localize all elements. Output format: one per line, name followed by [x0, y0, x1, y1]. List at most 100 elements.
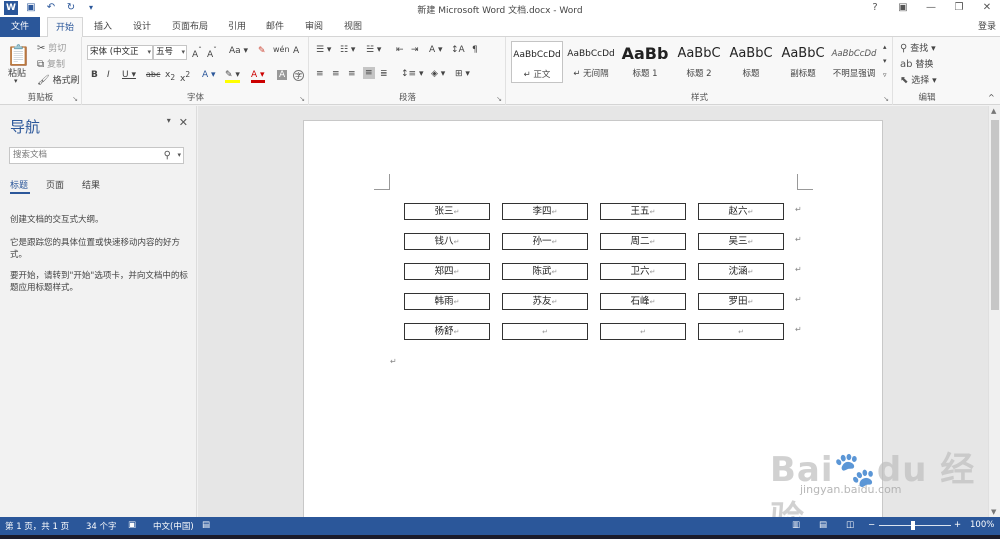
name-box[interactable]: 卫六↵ — [600, 263, 686, 280]
language-status[interactable]: 中文(中国) — [153, 520, 194, 532]
multilevel-list-icon[interactable]: ☱ ▾ — [366, 45, 381, 55]
clipboard-launcher-icon[interactable]: ↘ — [72, 95, 78, 103]
copy-button[interactable]: ⧉ 复制 — [37, 57, 65, 70]
scroll-up-icon[interactable]: ▲ — [991, 107, 996, 115]
grow-font-icon[interactable]: Aˆ — [192, 46, 202, 60]
name-box[interactable]: 赵六↵ — [698, 203, 784, 220]
word-count[interactable]: 34 个字 — [86, 520, 117, 532]
replace-button[interactable]: ab 替换 — [900, 57, 933, 70]
name-box[interactable]: 孙一↵ — [502, 233, 588, 250]
align-left-icon[interactable]: ≡ — [316, 69, 324, 79]
style-heading-2[interactable]: AaBbC 标题 2 — [673, 41, 725, 83]
name-box[interactable]: 钱八↵ — [404, 233, 490, 250]
tab-insert[interactable]: 插入 — [86, 17, 120, 37]
close-icon[interactable]: ✕ — [980, 1, 994, 15]
find-button[interactable]: ⚲ 查找 ▾ — [900, 41, 936, 54]
font-name-combo[interactable]: 宋体 (中文正 ▾ — [87, 45, 153, 60]
justify-icon[interactable]: ≡ — [363, 67, 375, 79]
subscript-button[interactable]: x2 — [165, 70, 175, 82]
distributed-icon[interactable]: ≣ — [380, 69, 388, 79]
scroll-thumb[interactable] — [991, 120, 999, 310]
align-center-icon[interactable]: ≡ — [332, 69, 340, 79]
underline-button[interactable]: U ▾ — [122, 70, 136, 80]
zoom-out-icon[interactable]: − — [868, 520, 875, 530]
nav-tab-headings[interactable]: 标题 — [10, 178, 28, 191]
name-box[interactable]: 罗田↵ — [698, 293, 784, 310]
name-box[interactable]: 杨舒↵ — [404, 323, 490, 340]
nav-tab-pages[interactable]: 页面 — [46, 178, 64, 191]
web-layout-icon[interactable]: ◫ — [846, 520, 854, 530]
tab-view[interactable]: 视图 — [336, 17, 370, 37]
show-marks-icon[interactable]: ¶ — [472, 45, 478, 55]
highlight-icon[interactable]: ✎ ▾ — [225, 70, 240, 83]
style-title[interactable]: AaBbC 标题 — [725, 41, 777, 83]
style-heading-1[interactable]: AaBb 标题 1 — [619, 41, 671, 83]
format-painter-button[interactable]: 🖌 格式刷 — [37, 73, 80, 86]
name-box[interactable]: 周二↵ — [600, 233, 686, 250]
name-box[interactable]: 陈武↵ — [502, 263, 588, 280]
font-launcher-icon[interactable]: ↘ — [299, 95, 305, 103]
name-box[interactable]: 石峰↵ — [600, 293, 686, 310]
macro-icon[interactable]: ▤ — [202, 520, 210, 530]
name-box[interactable]: 张三↵ — [404, 203, 490, 220]
shrink-font-icon[interactable]: Aˇ — [207, 46, 217, 60]
tab-mailings[interactable]: 邮件 — [258, 17, 292, 37]
paragraph-launcher-icon[interactable]: ↘ — [496, 95, 502, 103]
zoom-slider-track[interactable] — [879, 525, 951, 526]
nav-search-input[interactable]: 搜索文档 ⚲ ▾ — [9, 147, 184, 164]
styles-more-icon[interactable]: ▿ — [883, 71, 887, 79]
tab-home[interactable]: 开始 — [47, 17, 83, 38]
chinese-layout-icon[interactable]: A ▾ — [429, 45, 443, 55]
decrease-indent-icon[interactable]: ⇤ — [396, 45, 404, 55]
shading-icon[interactable]: ◈ ▾ — [431, 69, 445, 79]
style-no-spacing[interactable]: AaBbCcDd ↵ 无间隔 — [565, 41, 617, 83]
tab-references[interactable]: 引用 — [220, 17, 254, 37]
read-mode-icon[interactable]: ▥ — [792, 520, 800, 530]
phonetic-guide-icon[interactable]: wén — [273, 45, 290, 54]
nav-tab-results[interactable]: 结果 — [82, 178, 100, 191]
tab-design[interactable]: 设计 — [125, 17, 159, 37]
sort-icon[interactable]: ↕A — [451, 45, 465, 55]
align-right-icon[interactable]: ≡ — [348, 69, 356, 79]
styles-launcher-icon[interactable]: ↘ — [883, 95, 889, 103]
style-subtle-emphasis[interactable]: AaBbCcDd 不明显强调 — [829, 41, 879, 83]
superscript-button[interactable]: x2 — [180, 70, 190, 84]
name-box[interactable]: ↵ — [698, 323, 784, 340]
zoom-level[interactable]: 100% — [970, 520, 994, 530]
name-box[interactable]: 吴三↵ — [698, 233, 784, 250]
char-shading-icon[interactable]: A — [277, 70, 288, 80]
chevron-down-icon[interactable]: ▾ — [177, 148, 181, 163]
nav-options-icon[interactable]: ▾ — [167, 116, 171, 129]
tab-review[interactable]: 审阅 — [297, 17, 331, 37]
style-normal[interactable]: AaBbCcDd ↵ 正文 — [511, 41, 563, 83]
italic-button[interactable]: I — [107, 70, 110, 80]
tab-file[interactable]: 文件 — [0, 17, 40, 37]
borders-icon[interactable]: ⊞ ▾ — [455, 69, 470, 79]
select-button[interactable]: ⬉ 选择 ▾ — [900, 73, 937, 86]
name-box[interactable]: 王五↵ — [600, 203, 686, 220]
strikethrough-button[interactable]: abc — [146, 70, 160, 79]
search-icon[interactable]: ⚲ — [164, 148, 171, 163]
font-size-combo[interactable]: 五号 ▾ — [153, 45, 187, 60]
name-box[interactable]: 李四↵ — [502, 203, 588, 220]
styles-scroll-down-icon[interactable]: ▾ — [883, 57, 887, 65]
clear-format-icon[interactable]: ✎ — [258, 46, 266, 56]
name-box[interactable]: 沈涵↵ — [698, 263, 784, 280]
paste-dropdown-icon[interactable]: ▾ — [14, 77, 18, 85]
print-layout-icon[interactable]: ▤ — [819, 520, 827, 530]
name-box[interactable]: ↵ — [600, 323, 686, 340]
name-box[interactable]: 韩雨↵ — [404, 293, 490, 310]
tab-layout[interactable]: 页面布局 — [166, 17, 214, 37]
numbering-icon[interactable]: ☷ ▾ — [340, 45, 355, 55]
proofing-icon[interactable]: ▣ — [128, 520, 136, 530]
style-subtitle[interactable]: AaBbC 副标题 — [777, 41, 829, 83]
restore-icon[interactable]: ❐ — [952, 1, 966, 15]
nav-close-icon[interactable]: ✕ — [179, 116, 188, 129]
change-case-icon[interactable]: Aa ▾ — [229, 46, 248, 56]
signin-link[interactable]: 登录 — [978, 19, 996, 32]
zoom-slider-thumb[interactable] — [911, 521, 915, 530]
help-icon[interactable]: ? — [868, 1, 882, 15]
increase-indent-icon[interactable]: ⇥ — [411, 45, 419, 55]
zoom-in-icon[interactable]: + — [954, 520, 961, 530]
line-spacing-icon[interactable]: ↕≡ ▾ — [401, 69, 423, 79]
